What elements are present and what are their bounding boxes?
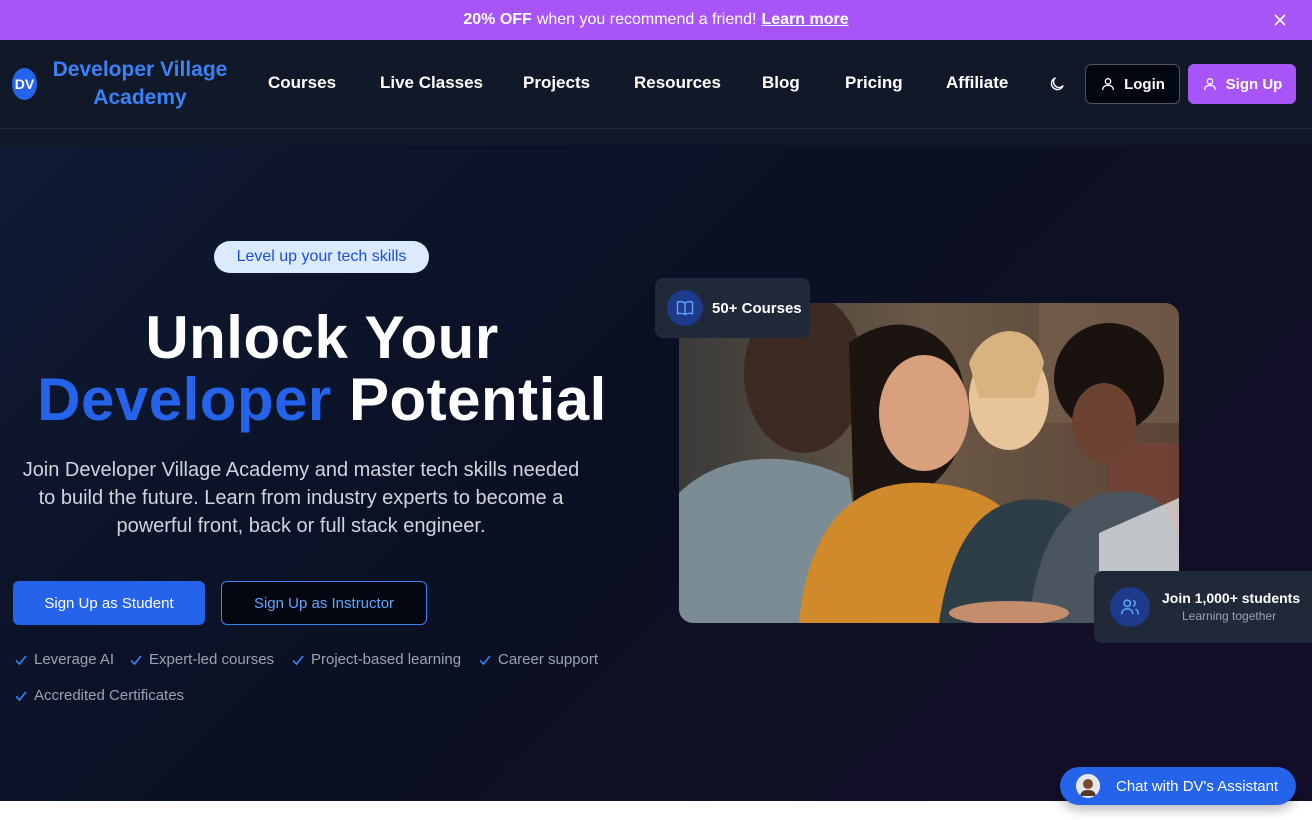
hero-title-rest: Potential xyxy=(348,366,607,433)
login-button[interactable]: Login xyxy=(1085,64,1180,104)
students-count-badge: Join 1,000+ students Learning together xyxy=(1094,571,1312,643)
promo-highlight: 20% OFF xyxy=(463,11,532,28)
hero-title-line1: Unlock Your xyxy=(145,304,499,371)
login-label: Login xyxy=(1124,75,1165,93)
nav-pricing[interactable]: Pricing xyxy=(845,73,903,93)
promo-banner: 20% OFF when you recommend a friend! Lea… xyxy=(0,0,1312,40)
logo-badge[interactable]: DV xyxy=(12,68,37,100)
students-badge-subtitle: Learning together xyxy=(1182,609,1277,623)
chat-assistant-button[interactable]: Chat with DV's Assistant xyxy=(1060,767,1296,805)
check-icon xyxy=(479,654,491,665)
tagline-pill: Level up your tech skills xyxy=(214,241,429,273)
promo-learn-more-link[interactable]: Learn more xyxy=(762,11,849,29)
hero-top-strip xyxy=(0,129,1312,145)
feature-item: Career support xyxy=(478,651,598,668)
nav-resources[interactable]: Resources xyxy=(634,73,721,93)
nav-live-classes[interactable]: Live Classes xyxy=(380,73,483,93)
feature-item: Accredited Certificates xyxy=(14,687,184,704)
user-icon xyxy=(1203,78,1216,91)
users-icon xyxy=(1110,587,1150,627)
courses-count-badge: 50+ Courses xyxy=(655,278,810,338)
brand-name[interactable]: Developer Village Academy xyxy=(48,56,232,112)
courses-count-label: 50+ Courses xyxy=(712,299,802,317)
close-icon[interactable] xyxy=(1270,10,1290,30)
user-icon xyxy=(1102,78,1115,91)
feature-label: Leverage AI xyxy=(34,651,115,668)
assistant-avatar xyxy=(1076,774,1100,798)
check-icon xyxy=(292,654,304,665)
hero-description: Join Developer Village Academy and maste… xyxy=(22,459,580,537)
signup-student-button[interactable]: Sign Up as Student xyxy=(13,581,205,625)
feature-label: Expert-led courses xyxy=(149,651,275,668)
nav-projects[interactable]: Projects xyxy=(523,73,590,93)
promo-text: when you recommend a friend! xyxy=(536,11,757,28)
chat-assistant-label: Chat with DV's Assistant xyxy=(1116,777,1279,795)
feature-label: Accredited Certificates xyxy=(34,687,185,704)
feature-item: Project-based learning xyxy=(291,651,461,668)
students-badge-title: Join 1,000+ students xyxy=(1162,590,1301,606)
check-icon xyxy=(130,654,142,665)
signup-instructor-button[interactable]: Sign Up as Instructor xyxy=(221,581,427,625)
nav-affiliate[interactable]: Affiliate xyxy=(946,73,1008,93)
brand-line-2: Academy xyxy=(93,86,187,109)
nav-blog[interactable]: Blog xyxy=(762,73,800,93)
hero-section: Level up your tech skills Unlock Your De… xyxy=(0,129,1312,801)
feature-item: Expert-led courses xyxy=(129,651,274,668)
signup-button[interactable]: Sign Up xyxy=(1188,64,1296,104)
nav-courses[interactable]: Courses xyxy=(268,73,336,93)
feature-item: Leverage AI xyxy=(14,651,114,668)
hero-title-highlight: Developer xyxy=(37,366,332,433)
brand-line-1: Developer Village xyxy=(52,58,228,81)
check-icon xyxy=(15,654,27,665)
moon-icon[interactable] xyxy=(1048,75,1066,93)
feature-label: Career support xyxy=(498,651,599,668)
hero-title-line2: Developer Potential xyxy=(0,369,644,431)
top-navbar: DV Developer Village Academy Courses Liv… xyxy=(0,40,1312,129)
signup-label: Sign Up xyxy=(1225,75,1283,93)
hero-title: Unlock Your Developer Potential xyxy=(0,307,644,431)
check-icon xyxy=(15,690,27,701)
book-icon xyxy=(667,290,703,326)
feature-label: Project-based learning xyxy=(311,651,462,668)
